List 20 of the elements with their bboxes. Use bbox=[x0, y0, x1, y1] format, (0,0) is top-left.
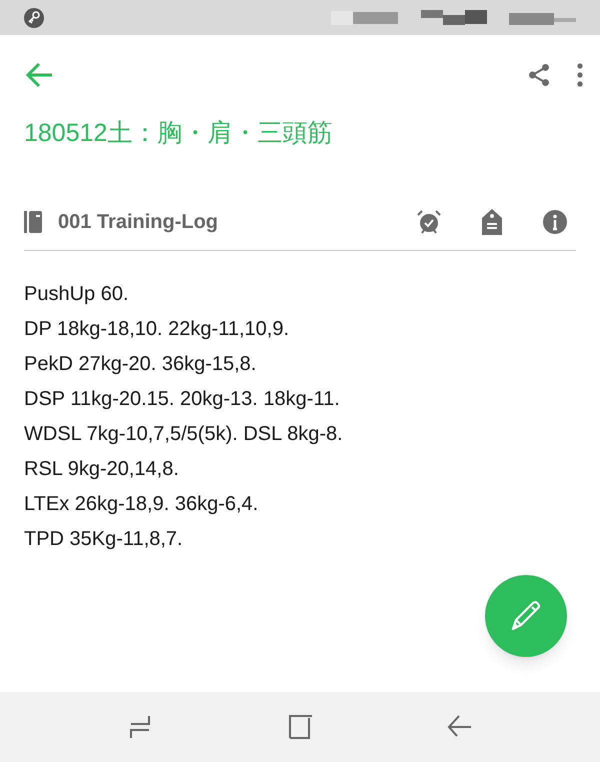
notebook-icon bbox=[24, 210, 42, 232]
info-button[interactable] bbox=[542, 208, 568, 234]
more-options-button[interactable] bbox=[576, 62, 584, 88]
share-button[interactable] bbox=[526, 62, 552, 88]
home-button[interactable] bbox=[287, 714, 313, 740]
note-text-line: DSP 11kg-20.15. 20kg-13. 18kg-11. bbox=[24, 387, 340, 412]
note-title: 180512土：胸・肩・三頭筋 bbox=[23, 118, 334, 149]
note-text-line: RSL 9kg-20,14,8. bbox=[24, 457, 179, 482]
note-text-line: PushUp 60. bbox=[24, 282, 129, 307]
note-text-line: PekD 27kg-20. 36kg-15,8. bbox=[24, 352, 256, 377]
pencil-icon bbox=[509, 599, 543, 633]
notebook-name[interactable]: 001 Training-Log bbox=[58, 206, 218, 236]
note-text-line: LTEx 26kg-18,9. 36kg-6,4. bbox=[24, 492, 258, 517]
recent-apps-button[interactable] bbox=[127, 714, 153, 740]
note-text-line: TPD 35Kg-11,8,7. bbox=[24, 527, 183, 552]
note-text-line: DP 18kg-18,10. 22kg-11,10,9. bbox=[24, 317, 289, 342]
alarm-clock-button[interactable] bbox=[416, 208, 442, 234]
note-text-line: WDSL 7kg-10,7,5/5(5k). DSL 8kg-8. bbox=[24, 422, 343, 447]
tag-button[interactable] bbox=[480, 208, 504, 236]
key-icon bbox=[24, 8, 44, 28]
